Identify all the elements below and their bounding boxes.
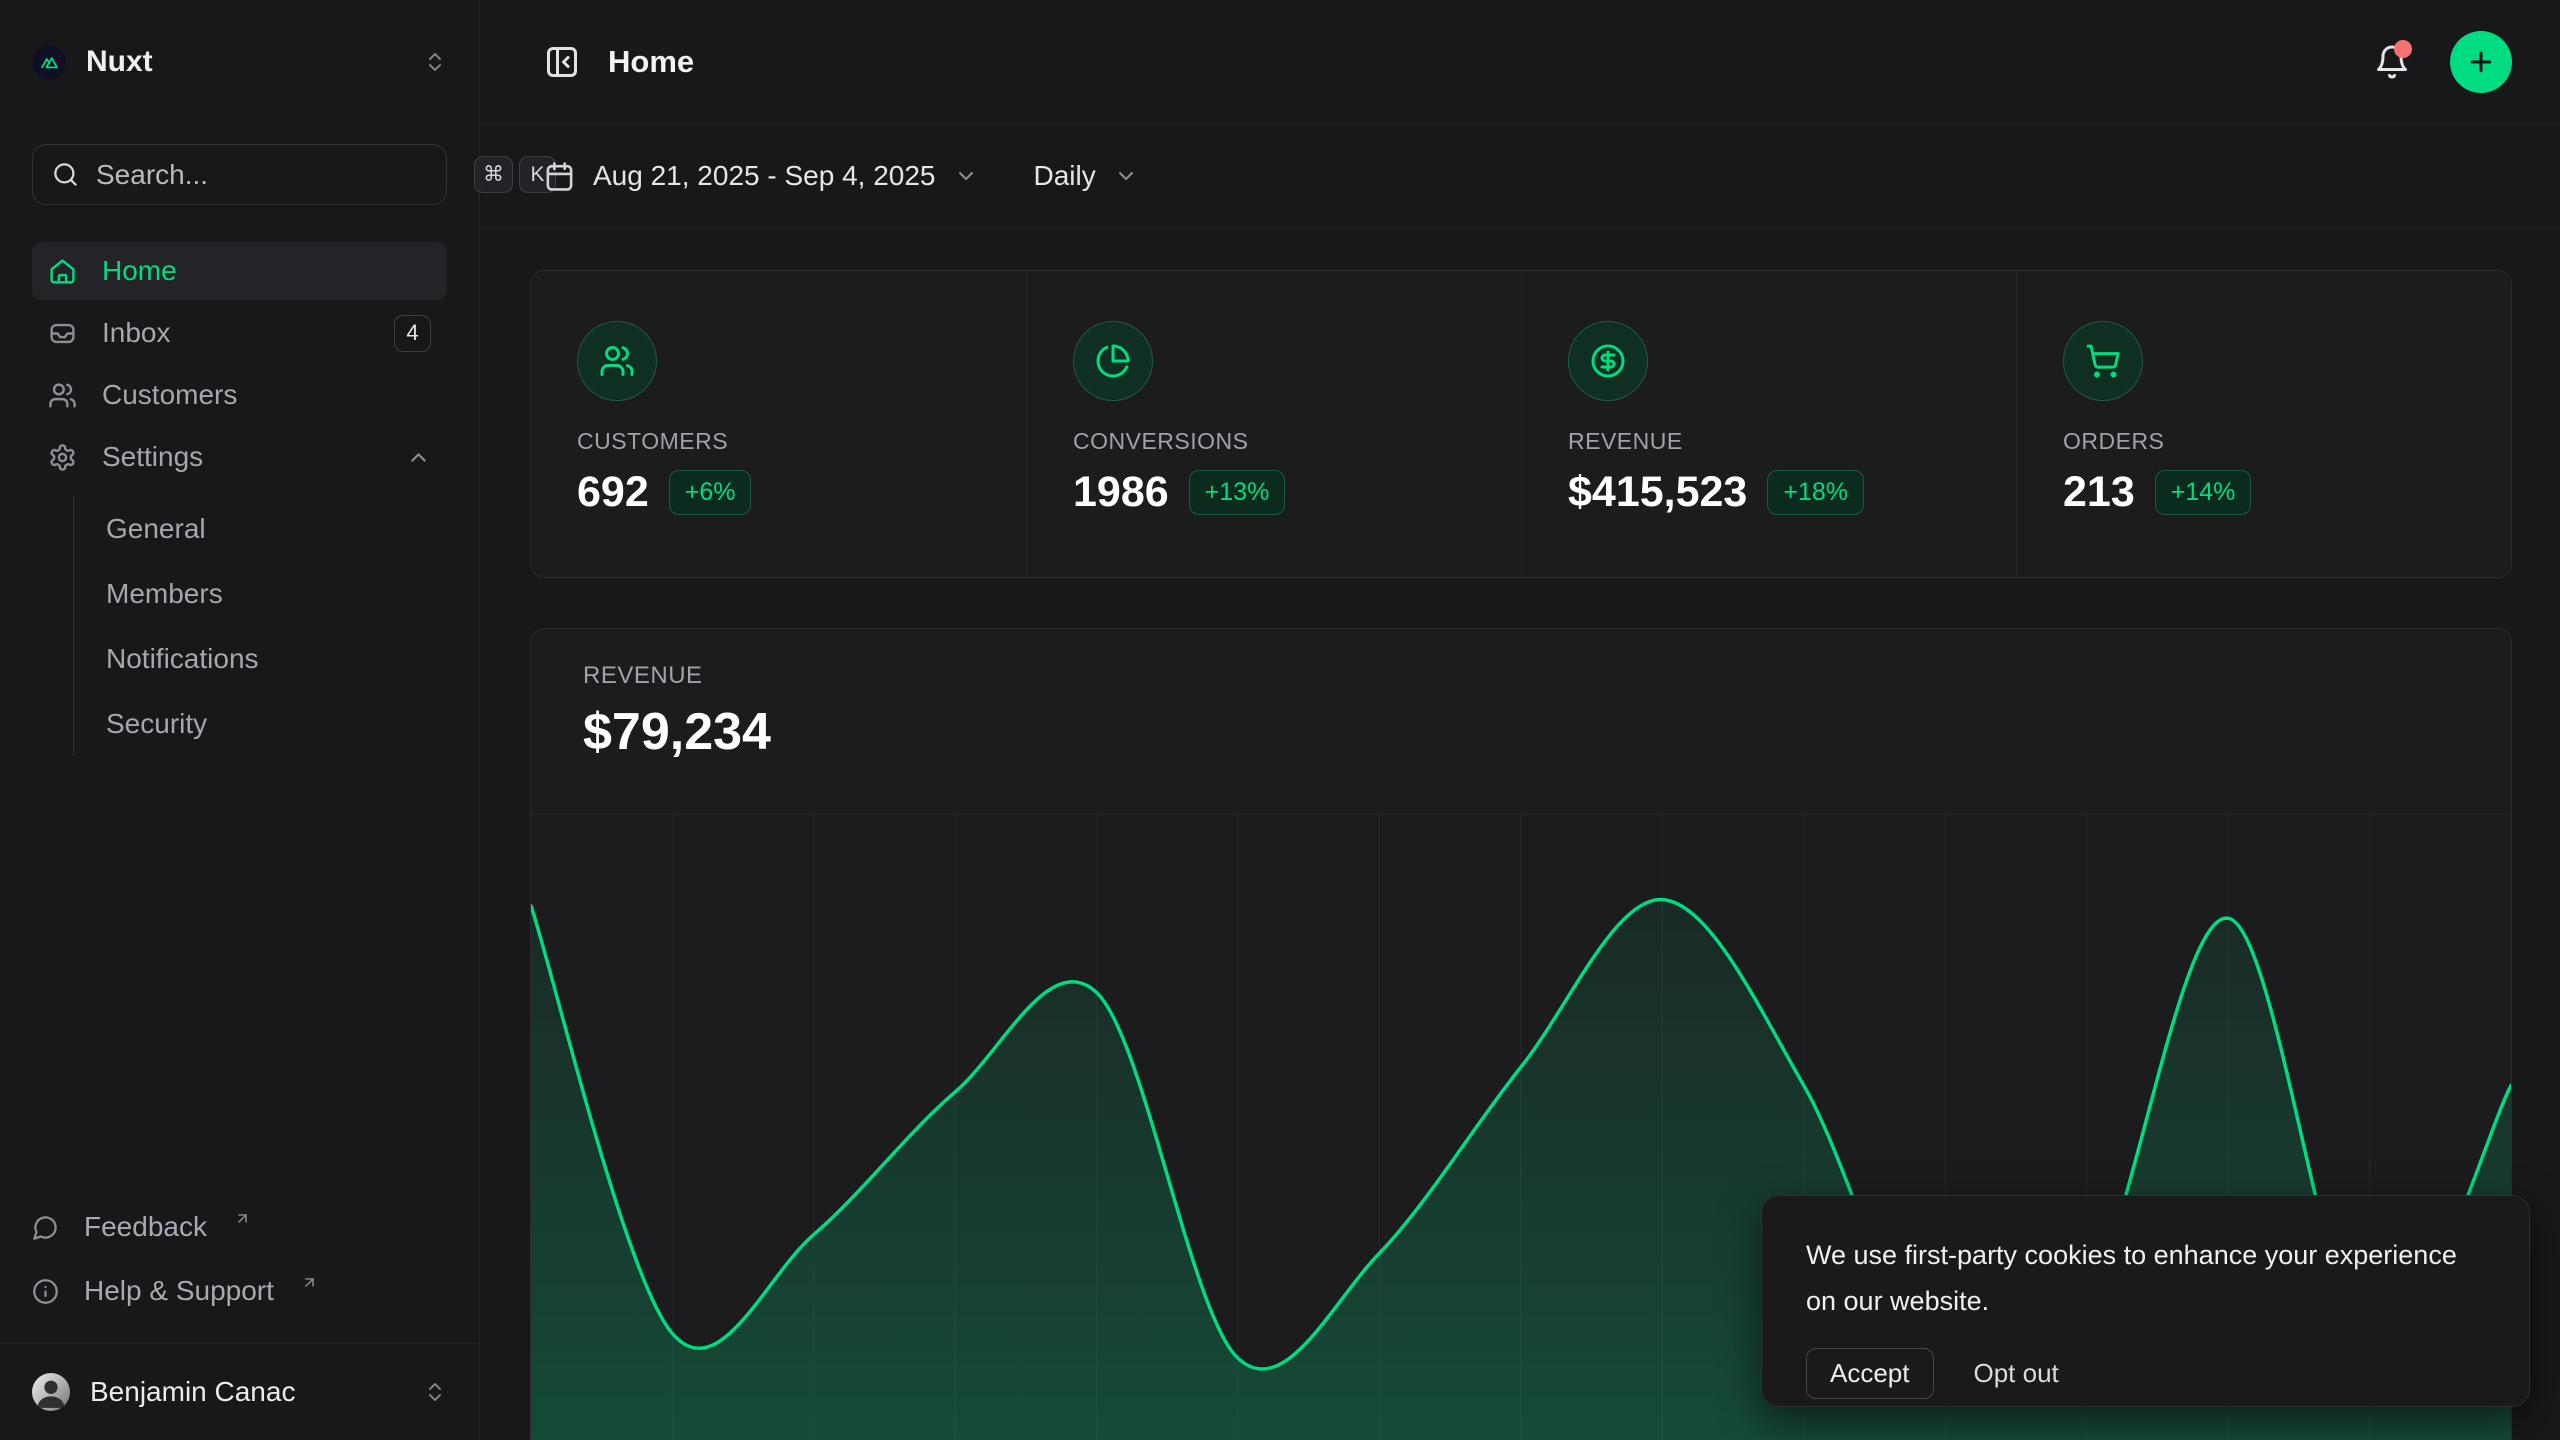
stat-delta-badge: +14% bbox=[2155, 470, 2252, 515]
revenue-chart-label: REVENUE bbox=[583, 662, 2511, 690]
chevron-up-down-icon bbox=[423, 50, 447, 74]
topbar: Home bbox=[480, 0, 2560, 125]
stat-value: 1986 bbox=[1073, 468, 1169, 517]
search-icon bbox=[52, 161, 79, 188]
granularity-value: Daily bbox=[1034, 160, 1096, 192]
settings-icon bbox=[48, 443, 77, 472]
chevron-up-icon bbox=[406, 445, 431, 470]
sidebar-subitem-label: Notifications bbox=[106, 643, 259, 675]
stat-label: ORDERS bbox=[2063, 428, 2511, 455]
sidebar-item-label: Settings bbox=[102, 441, 203, 473]
cookie-optout-button[interactable]: Opt out bbox=[1974, 1358, 2059, 1389]
cart-icon bbox=[2063, 321, 2143, 401]
workspace-switcher[interactable]: Nuxt bbox=[32, 30, 447, 94]
stat-card-conversions[interactable]: CONVERSIONS 1986 +13% bbox=[1026, 271, 1521, 577]
info-icon bbox=[32, 1278, 59, 1305]
stat-delta-badge: +18% bbox=[1767, 470, 1864, 515]
notifications-button[interactable] bbox=[2374, 44, 2410, 80]
user-menu[interactable]: Benjamin Canac bbox=[0, 1344, 479, 1440]
calendar-icon bbox=[544, 161, 575, 192]
nuxt-logo-icon bbox=[32, 45, 66, 79]
chevron-down-icon bbox=[954, 164, 978, 188]
chevron-up-down-icon bbox=[423, 1380, 447, 1404]
cookie-banner: We use first-party cookies to enhance yo… bbox=[1761, 1195, 2530, 1407]
date-range-value: Aug 21, 2025 - Sep 4, 2025 bbox=[593, 160, 936, 192]
arrow-up-right-icon bbox=[234, 1210, 251, 1227]
inbox-icon bbox=[48, 319, 77, 348]
stats-panel: CUSTOMERS 692 +6% CONVERSIONS 1986 +13% REVENU… bbox=[530, 270, 2512, 578]
sidebar-subitem-label: General bbox=[106, 513, 206, 545]
search-bar[interactable]: ⌘K bbox=[32, 144, 447, 205]
sidebar-item-label: Customers bbox=[102, 379, 237, 411]
sidebar-subitem-label: Security bbox=[106, 708, 207, 740]
stat-card-orders[interactable]: ORDERS 213 +14% bbox=[2016, 271, 2511, 577]
stat-card-revenue[interactable]: REVENUE $415,523 +18% bbox=[1521, 271, 2016, 577]
add-button[interactable] bbox=[2450, 31, 2512, 93]
home-icon bbox=[48, 257, 77, 286]
sidebar-link-feedback[interactable]: Feedback bbox=[32, 1197, 447, 1257]
cookie-message: We use first-party cookies to enhance yo… bbox=[1806, 1232, 2485, 1324]
notification-dot bbox=[2394, 40, 2412, 58]
brand-name: Nuxt bbox=[86, 45, 153, 79]
inbox-count-badge: 4 bbox=[394, 315, 431, 352]
message-icon bbox=[32, 1214, 59, 1241]
filters-toolbar: Aug 21, 2025 - Sep 4, 2025 Daily bbox=[480, 125, 2560, 228]
sidebar-item-inbox[interactable]: Inbox 4 bbox=[32, 304, 447, 362]
users-icon bbox=[577, 321, 657, 401]
dollar-icon bbox=[1568, 321, 1648, 401]
sidebar-item-label: Home bbox=[102, 255, 177, 287]
stat-label: CONVERSIONS bbox=[1073, 428, 1521, 455]
date-range-picker[interactable]: Aug 21, 2025 - Sep 4, 2025 bbox=[544, 160, 978, 192]
sidebar-item-label: Inbox bbox=[102, 317, 171, 349]
sidebar-nav: Home Inbox 4 Customers Settings General Member… bbox=[32, 242, 447, 758]
granularity-select[interactable]: Daily bbox=[1034, 160, 1138, 192]
stat-label: REVENUE bbox=[1568, 428, 2016, 455]
stat-card-customers[interactable]: CUSTOMERS 692 +6% bbox=[531, 271, 1026, 577]
sidebar-footer-links: Feedback Help & Support bbox=[0, 1197, 479, 1343]
stat-value: 692 bbox=[577, 468, 649, 517]
stat-label: CUSTOMERS bbox=[577, 428, 1026, 455]
sidebar: Nuxt ⌘K Home Inbox 4 Customers Settings Gener… bbox=[0, 0, 480, 1440]
page-title: Home bbox=[608, 44, 694, 80]
collapse-sidebar-button[interactable] bbox=[544, 44, 580, 80]
chevron-down-icon bbox=[1114, 164, 1138, 188]
sidebar-item-home[interactable]: Home bbox=[32, 242, 447, 300]
sidebar-item-members[interactable]: Members bbox=[74, 561, 447, 626]
revenue-chart-total: $79,234 bbox=[583, 702, 2511, 762]
cookie-accept-button[interactable]: Accept bbox=[1806, 1348, 1934, 1399]
plus-icon bbox=[2466, 47, 2496, 77]
search-input[interactable] bbox=[96, 159, 457, 191]
stat-value: 213 bbox=[2063, 468, 2135, 517]
sidebar-link-label: Feedback bbox=[84, 1211, 207, 1243]
sidebar-subnav: General Members Notifications Security bbox=[73, 496, 447, 756]
pie-chart-icon bbox=[1073, 321, 1153, 401]
sidebar-item-customers[interactable]: Customers bbox=[32, 366, 447, 424]
stat-delta-badge: +13% bbox=[1189, 470, 1286, 515]
arrow-up-right-icon bbox=[301, 1274, 318, 1291]
sidebar-item-notifications[interactable]: Notifications bbox=[74, 626, 447, 691]
stat-delta-badge: +6% bbox=[669, 470, 752, 515]
sidebar-item-settings[interactable]: Settings bbox=[32, 428, 447, 486]
stat-value: $415,523 bbox=[1568, 468, 1747, 517]
users-icon bbox=[48, 381, 77, 410]
sidebar-subitem-label: Members bbox=[106, 578, 223, 610]
sidebar-item-security[interactable]: Security bbox=[74, 691, 447, 756]
avatar bbox=[32, 1373, 70, 1411]
user-name: Benjamin Canac bbox=[90, 1376, 403, 1408]
sidebar-link-label: Help & Support bbox=[84, 1275, 274, 1307]
sidebar-item-general[interactable]: General bbox=[74, 496, 447, 561]
sidebar-link-help-support[interactable]: Help & Support bbox=[32, 1261, 447, 1321]
